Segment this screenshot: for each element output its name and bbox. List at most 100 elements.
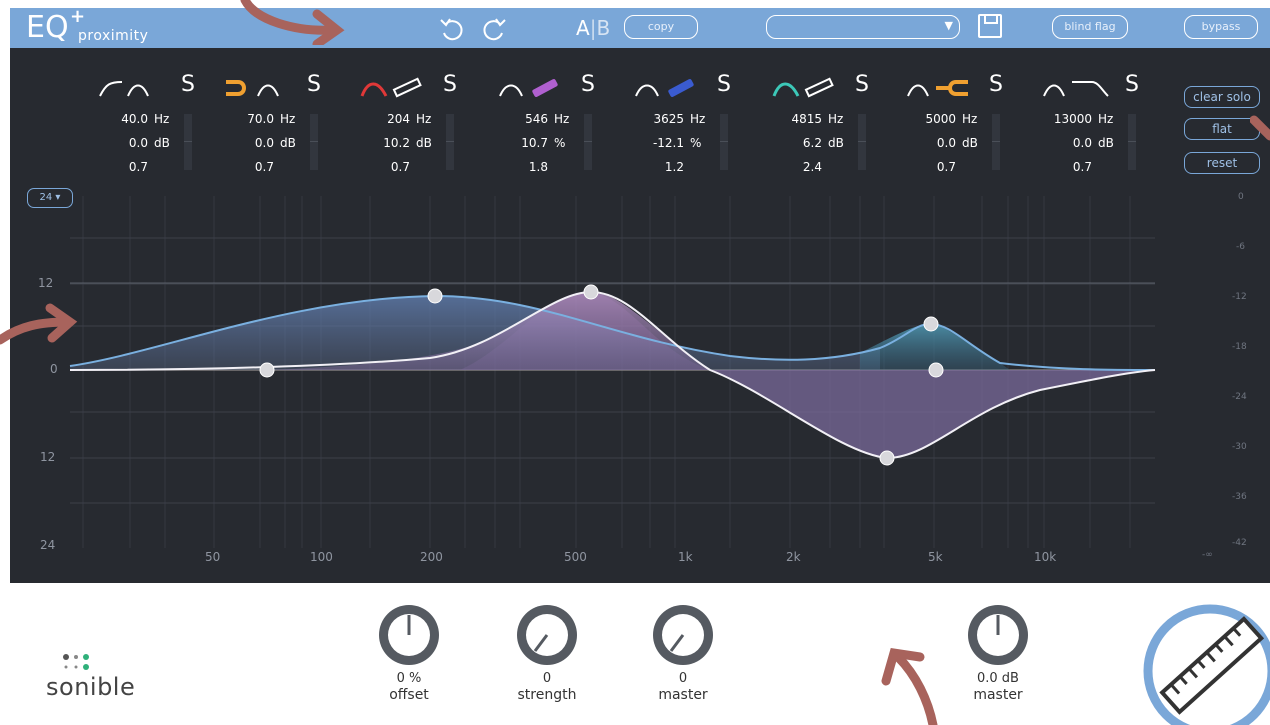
band-gain-unit: dB: [962, 136, 978, 150]
handle-band-4[interactable]: [583, 284, 599, 300]
offset-knob[interactable]: [377, 603, 441, 667]
band-gain[interactable]: 0.0: [255, 136, 274, 150]
band-1[interactable]: S 40.0 Hz 0.0 dB 0.7: [96, 72, 216, 184]
solo-button[interactable]: S: [443, 72, 457, 97]
freq-axis-label: 200: [420, 550, 443, 564]
band-6[interactable]: S 4815 Hz 6.2 dB 2.4: [770, 72, 890, 184]
band-gain[interactable]: 0.0: [937, 136, 956, 150]
solo-button[interactable]: S: [989, 72, 1003, 97]
handle-band-3[interactable]: [427, 288, 443, 304]
reset-button[interactable]: reset: [1184, 152, 1260, 174]
bell-stick-shape-icon[interactable]: [634, 74, 729, 102]
band-freq[interactable]: 204: [387, 112, 410, 126]
undo-icon[interactable]: [438, 14, 466, 47]
band-freq[interactable]: 546: [525, 112, 548, 126]
handle-band-6[interactable]: [923, 316, 939, 332]
band-q[interactable]: 0.7: [1073, 160, 1092, 174]
strength-value: 0: [542, 671, 552, 686]
band-freq[interactable]: 4815: [791, 112, 822, 126]
solo-button[interactable]: S: [181, 72, 195, 97]
redo-icon[interactable]: [480, 14, 508, 47]
band-q[interactable]: 1.2: [665, 160, 684, 174]
freq-axis-label: -∞: [1202, 550, 1213, 560]
band-5[interactable]: S 3625 Hz -12.1% 1.2: [632, 72, 752, 184]
master-value: 0: [678, 671, 688, 686]
bypass-button[interactable]: bypass: [1184, 15, 1258, 39]
handle-band-5[interactable]: [879, 450, 895, 466]
offset-label: offset: [389, 687, 429, 703]
band-gain-unit: %: [690, 136, 702, 150]
band-freq-unit: Hz: [962, 112, 978, 126]
band-gain[interactable]: 10.2: [383, 136, 410, 150]
master-knob[interactable]: [651, 603, 715, 667]
solo-button[interactable]: S: [717, 72, 731, 97]
band-gain[interactable]: -12.1: [653, 136, 684, 150]
band-7[interactable]: S 5000 Hz 0.0 dB 0.7: [904, 72, 1024, 184]
solo-button[interactable]: S: [1125, 72, 1139, 97]
proximity-shape-icon[interactable]: [906, 74, 1001, 102]
band-3[interactable]: S 204 Hz 10.2 dB 0.7: [358, 72, 478, 184]
meter-axis-label: -30: [1232, 442, 1247, 452]
eq-main-panel: S 40.0 Hz 0.0 dB 0.7 S 70.0 Hz 0.0 dB 0.7 S …: [10, 48, 1270, 583]
freq-axis-label: 100: [310, 550, 333, 564]
copy-button[interactable]: copy: [624, 15, 698, 39]
band-freq[interactable]: 3625: [653, 112, 684, 126]
freq-axis-label: 10k: [1034, 550, 1057, 564]
meter-axis-label: -36: [1232, 492, 1247, 502]
band-gain[interactable]: 0.0: [1073, 136, 1092, 150]
save-icon[interactable]: [978, 14, 1002, 38]
meter-axis-label: 0: [1238, 192, 1244, 202]
band-freq[interactable]: 5000: [925, 112, 956, 126]
band-q[interactable]: 0.7: [391, 160, 410, 174]
band-freq-unit: Hz: [1098, 112, 1114, 126]
solo-button[interactable]: S: [307, 72, 321, 97]
band-meter: [446, 114, 454, 170]
highpass-shape-icon[interactable]: [98, 74, 193, 102]
top-bar: EQ + proximity A|B copy ▼ blind flag byp…: [10, 6, 1270, 48]
bell-ruler-shape-icon[interactable]: [360, 74, 455, 102]
ab-toggle[interactable]: A|B: [576, 16, 610, 40]
blind-flag-button[interactable]: blind flag: [1052, 15, 1128, 39]
band-q[interactable]: 0.7: [129, 160, 148, 174]
bell-ruler-shape-icon[interactable]: [772, 74, 867, 102]
band-q[interactable]: 0.7: [255, 160, 274, 174]
band-meter: [1128, 114, 1136, 170]
bell-stick-shape-icon[interactable]: [498, 74, 593, 102]
ab-a-label[interactable]: A: [576, 16, 590, 40]
proximity-shape-icon[interactable]: [224, 74, 319, 102]
output-master-knob[interactable]: [966, 603, 1030, 667]
solo-button[interactable]: S: [855, 72, 869, 97]
clear-solo-button[interactable]: clear solo: [1184, 86, 1260, 108]
band-freq[interactable]: 40.0: [121, 112, 148, 126]
lowpass-shape-icon[interactable]: [1042, 74, 1137, 102]
band-gain[interactable]: 0.0: [129, 136, 148, 150]
band-q[interactable]: 2.4: [803, 160, 822, 174]
gain-axis-label: 12: [38, 276, 54, 290]
band-freq-unit: Hz: [416, 112, 432, 126]
meter-axis-label: -24: [1232, 392, 1247, 402]
band-gain[interactable]: 10.7: [521, 136, 548, 150]
strength-label: strength: [517, 687, 577, 703]
band-freq[interactable]: 13000: [1054, 112, 1092, 126]
band-4[interactable]: S 546 Hz 10.7% 1.8: [496, 72, 616, 184]
handle-band-7[interactable]: [928, 362, 944, 378]
band-gain[interactable]: 6.2: [803, 136, 822, 150]
band-8[interactable]: S 13000 Hz 0.0 dB 0.7: [1040, 72, 1160, 184]
range-select[interactable]: 24 ▾: [27, 188, 73, 208]
solo-button[interactable]: S: [581, 72, 595, 97]
brand-logo: sonible: [46, 673, 136, 701]
flat-button[interactable]: flat: [1184, 118, 1260, 140]
ab-b-label[interactable]: B: [596, 16, 610, 40]
handle-band-2[interactable]: [259, 362, 275, 378]
band-gain-unit: dB: [416, 136, 432, 150]
strength-knob[interactable]: [515, 603, 579, 667]
band-q[interactable]: 0.7: [937, 160, 956, 174]
band-q[interactable]: 1.8: [529, 160, 548, 174]
offset-value: 0 %: [396, 671, 422, 686]
band-freq-unit: Hz: [554, 112, 570, 126]
band-meter: [584, 114, 592, 170]
preset-dropdown[interactable]: ▼: [766, 15, 960, 39]
band-freq[interactable]: 70.0: [247, 112, 274, 126]
band-2[interactable]: S 70.0 Hz 0.0 dB 0.7: [222, 72, 342, 184]
logo-plus: +: [70, 6, 86, 27]
